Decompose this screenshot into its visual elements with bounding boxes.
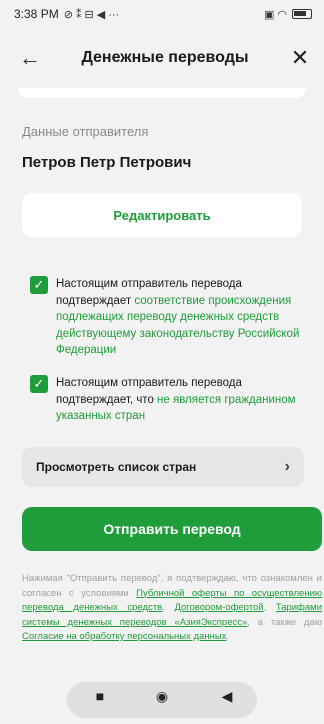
- home-icon[interactable]: ◉: [150, 688, 174, 705]
- send-transfer-button[interactable]: Отправить перевод: [22, 507, 322, 551]
- back-icon[interactable]: ◀: [215, 688, 239, 705]
- legal-text-5: .: [226, 631, 230, 642]
- page-title: Денежные переводы: [81, 49, 249, 66]
- legal-text-4: , а также даю: [247, 616, 322, 628]
- back-arrow-icon[interactable]: ←: [18, 45, 42, 71]
- citizenship-confirm-row[interactable]: ✓ Настоящим отправитель перевода подтвер…: [30, 375, 305, 425]
- status-time: 3:38 PM: [14, 7, 59, 21]
- legal-text-3: ,: [263, 602, 276, 613]
- personal-data-consent-link[interactable]: Согласие на обработку персональных данны…: [22, 631, 226, 642]
- status-bar: 3:38 PM ⊘ ⁑ ⊟ ◀ ··· ▣ ◠: [0, 0, 324, 28]
- previous-card-edge: [18, 88, 306, 98]
- view-countries-label: Просмотреть список стран: [36, 460, 197, 474]
- system-nav-bar: ■ ◉ ◀: [0, 680, 324, 724]
- checkmark-icon: ✓: [33, 376, 45, 391]
- recent-apps-icon[interactable]: ■: [88, 688, 112, 704]
- notification-icons: ⊘ ⁑ ⊟ ◀ ···: [63, 8, 120, 21]
- app-bar: ← Денежные переводы ✕: [0, 28, 324, 88]
- legal-text-2: ,: [162, 602, 175, 613]
- status-right: ▣ ◠: [264, 8, 312, 21]
- checkmark-icon: ✓: [33, 277, 45, 292]
- origin-confirm-row[interactable]: ✓ Настоящим отправитель перевода подтвер…: [30, 276, 305, 359]
- citizenship-confirm-text: Настоящим отправитель перевода подтвержд…: [56, 375, 305, 425]
- battery-icon: [292, 9, 312, 19]
- contract-offer-link[interactable]: Договором-офертой: [174, 602, 263, 613]
- sender-section-label: Данные отправителя: [22, 124, 149, 139]
- chevron-right-icon: ›: [284, 458, 290, 475]
- edit-button[interactable]: Редактировать: [22, 193, 302, 237]
- citizenship-checkbox[interactable]: ✓: [30, 375, 48, 393]
- legal-disclaimer: Нажимая "Отправить перевод", я подтвержд…: [22, 572, 322, 645]
- close-icon[interactable]: ✕: [288, 45, 312, 71]
- signal-wifi-icons: ▣ ◠: [263, 8, 287, 21]
- status-left: 3:38 PM ⊘ ⁑ ⊟ ◀ ···: [14, 7, 119, 21]
- origin-confirm-text: Настоящим отправитель перевода подтвержд…: [56, 276, 305, 359]
- origin-checkbox[interactable]: ✓: [30, 276, 48, 294]
- view-countries-button[interactable]: Просмотреть список стран ›: [22, 447, 304, 487]
- sender-name: Петров Петр Петрович: [22, 154, 192, 171]
